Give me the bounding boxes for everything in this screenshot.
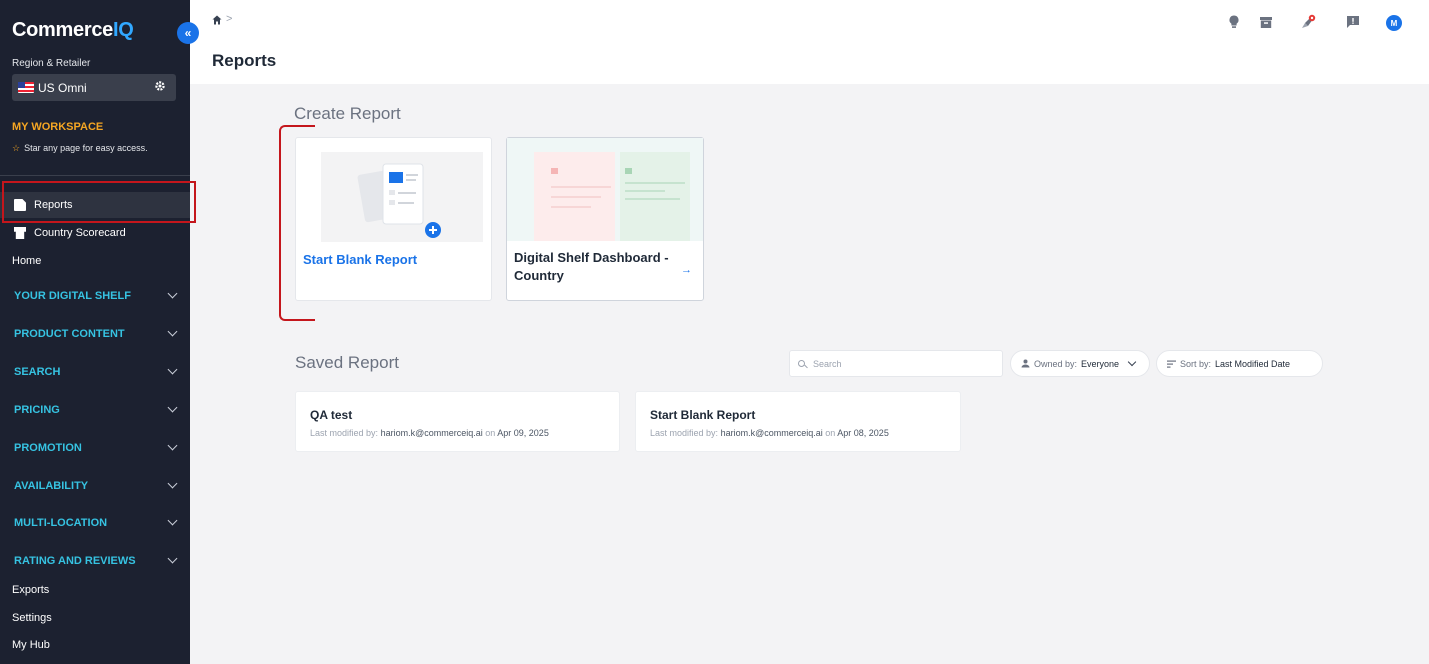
- saved-report-meta: Last modified by: hariom.k@commerceiq.ai…: [650, 428, 889, 438]
- saved-report-title: Saved Report: [295, 353, 399, 372]
- nav-section-multi-location[interactable]: MULTI-LOCATION: [0, 511, 190, 535]
- reports-highlight-box: [2, 181, 196, 223]
- nav-section-rating-and-reviews[interactable]: RATING AND REVIEWS: [0, 549, 190, 573]
- owned-by-filter[interactable]: Owned by: Everyone: [1010, 350, 1150, 377]
- search-icon: [798, 360, 805, 367]
- user-avatar[interactable]: M: [1386, 15, 1402, 31]
- chevron-down-icon: [167, 326, 178, 337]
- collapse-sidebar-button[interactable]: «: [177, 22, 199, 44]
- chevron-down-icon: [167, 364, 178, 375]
- sidebar-item-home[interactable]: Home: [0, 248, 190, 274]
- chevron-down-icon: [167, 478, 178, 489]
- gear-icon[interactable]: [154, 80, 166, 92]
- saved-report-card-qa-test[interactable]: QA test Last modified by: hariom.k@comme…: [295, 391, 620, 452]
- rocket-icon[interactable]: [1300, 14, 1316, 30]
- nav-section-pricing[interactable]: PRICING: [0, 398, 190, 422]
- region-value: US Omni: [38, 80, 87, 95]
- sidebar-item-country-scorecard[interactable]: Country Scorecard: [0, 220, 190, 246]
- sort-icon: [1167, 360, 1176, 368]
- nav-section-promotion[interactable]: PROMOTION: [0, 436, 190, 460]
- sidebar-item-exports[interactable]: Exports: [0, 577, 190, 603]
- digital-shelf-dashboard-label: Digital Shelf Dashboard - Country: [514, 250, 669, 283]
- home-icon[interactable]: [212, 15, 222, 25]
- sidebar-divider: [0, 175, 190, 176]
- saved-report-meta: Last modified by: hariom.k@commerceiq.ai…: [310, 428, 549, 438]
- breadcrumb-separator: >: [226, 13, 233, 25]
- chevron-down-icon: [167, 402, 178, 413]
- sidebar-item-my-hub[interactable]: My Hub: [0, 632, 190, 658]
- arrow-right-icon: →: [681, 264, 692, 276]
- sidebar: CommerceIQ Region & Retailer US Omni MY …: [0, 0, 190, 664]
- workspace-hint: ☆ Star any page for easy access.: [12, 143, 148, 153]
- us-flag-icon: [18, 82, 34, 93]
- nav-section-your-digital-shelf[interactable]: YOUR DIGITAL SHELF: [0, 284, 190, 308]
- chevron-down-icon: [1127, 357, 1137, 367]
- sort-by-filter[interactable]: Sort by: Last Modified Date: [1156, 350, 1323, 377]
- chevron-down-icon: [167, 288, 178, 299]
- region-selector[interactable]: US Omni: [12, 74, 176, 101]
- chevron-down-icon: [167, 515, 178, 526]
- nav-section-availability[interactable]: AVAILABILITY: [0, 474, 190, 498]
- saved-report-name: QA test: [310, 408, 353, 422]
- feedback-icon[interactable]: [1345, 14, 1361, 30]
- page-title: Reports: [212, 51, 277, 70]
- user-icon: [1021, 359, 1030, 368]
- dashboard-thumbnail: [507, 138, 703, 241]
- saved-report-name: Start Blank Report: [650, 408, 756, 422]
- region-label: Region & Retailer: [12, 58, 91, 69]
- nav-section-search[interactable]: SEARCH: [0, 360, 190, 384]
- blank-report-thumbnail: [321, 152, 483, 242]
- lightbulb-icon[interactable]: [1226, 14, 1242, 30]
- search-placeholder: Search: [813, 358, 842, 369]
- start-blank-report-label: Start Blank Report: [303, 252, 418, 267]
- saved-report-card-start-blank[interactable]: Start Blank Report Last modified by: har…: [635, 391, 961, 452]
- sidebar-item-settings[interactable]: Settings: [0, 605, 190, 631]
- start-blank-report-card[interactable]: Start Blank Report: [295, 137, 492, 301]
- create-report-title: Create Report: [294, 104, 401, 123]
- workspace-title: MY WORKSPACE: [12, 121, 104, 133]
- archive-icon[interactable]: [1258, 14, 1274, 30]
- nav-section-product-content[interactable]: PRODUCT CONTENT: [0, 322, 190, 346]
- star-icon: ☆: [12, 143, 21, 153]
- search-input[interactable]: Search: [789, 350, 1003, 377]
- store-icon: [14, 227, 26, 239]
- digital-shelf-dashboard-card[interactable]: Digital Shelf Dashboard - Country →: [506, 137, 704, 301]
- app-logo[interactable]: CommerceIQ: [12, 19, 134, 42]
- chevron-down-icon: [167, 440, 178, 451]
- top-header: > Reports M: [190, 0, 1429, 84]
- chevron-down-icon: [167, 553, 178, 564]
